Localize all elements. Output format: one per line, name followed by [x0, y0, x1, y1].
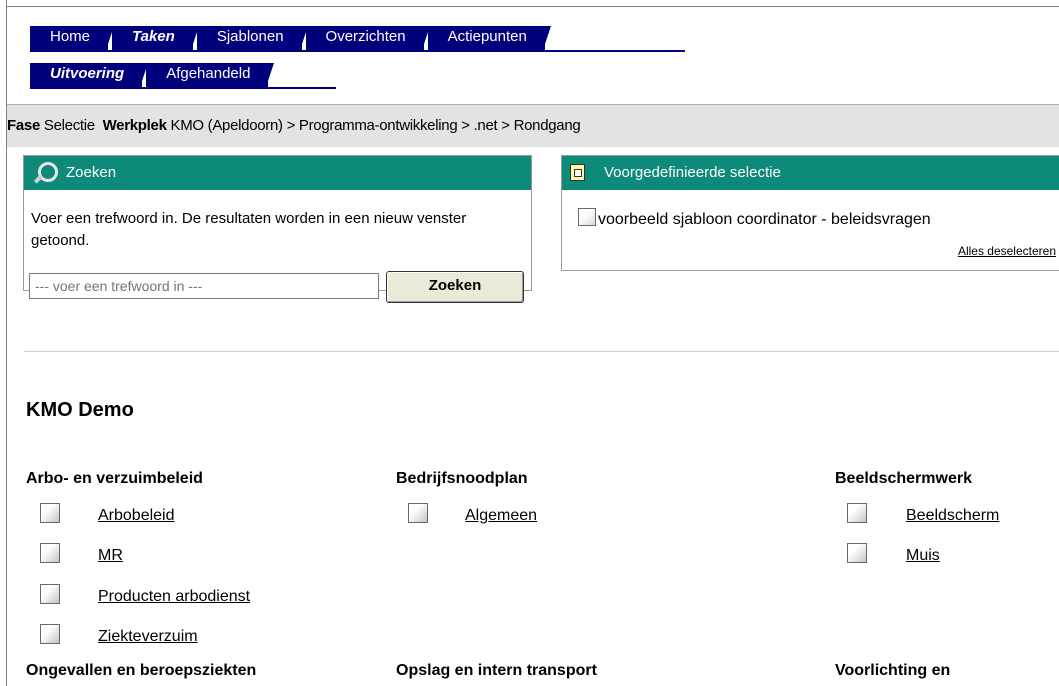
tab-afgehandeld[interactable]: Afgehandeld: [146, 63, 275, 87]
item-link[interactable]: Producten arbodienst: [98, 588, 250, 605]
fase-value: Selectie: [43, 117, 95, 134]
tab-home[interactable]: Home: [30, 26, 115, 50]
category-title: Bedrijfsnoodplan: [396, 470, 528, 487]
list-item: Algemeen: [465, 507, 537, 525]
item-link[interactable]: Muis: [906, 547, 940, 564]
item-checkbox[interactable]: [40, 503, 60, 523]
list-item: Producten arbodienst: [98, 588, 250, 606]
sub-tab-bar: Uitvoering Afgehandeld: [30, 63, 275, 87]
item-link[interactable]: Algemeen: [465, 507, 537, 524]
predefined-selection-panel: Voorgedefinieerde selectie voorbeeld sja…: [561, 155, 1059, 271]
tab-sjablonen[interactable]: Sjablonen: [196, 26, 308, 50]
category-title: Opslag en intern transport: [396, 662, 597, 679]
tab-uitvoering[interactable]: Uitvoering: [30, 63, 149, 87]
main-tab-bar: Home Taken Sjablonen Overzichten Actiepu…: [30, 26, 552, 50]
list-item: Ziekteverzuim: [98, 628, 198, 646]
breadcrumb: Fase Selectie Werkplek KMO (Apeldoorn) >…: [7, 117, 581, 134]
search-panel: Zoeken Voer een trefwoord in. De resulta…: [23, 155, 532, 303]
category-title: Arbo- en verzuimbeleid: [26, 470, 203, 487]
section-title: KMO Demo: [26, 399, 134, 421]
item-link[interactable]: Beeldscherm: [906, 507, 999, 524]
list-item: Muis: [906, 547, 940, 565]
search-description: Voer een trefwoord in. De resultaten wor…: [31, 210, 467, 249]
predefined-item-label[interactable]: voorbeeld sjabloon coordinator - beleids…: [598, 211, 931, 228]
search-panel-header: Zoeken: [24, 156, 531, 190]
checklist-icon: [570, 164, 585, 181]
item-checkbox[interactable]: [847, 503, 867, 523]
item-checkbox[interactable]: [408, 503, 428, 523]
tab-taken[interactable]: Taken: [112, 26, 199, 50]
search-button[interactable]: Zoeken: [386, 271, 524, 303]
window-top-border: [0, 0, 1059, 7]
breadcrumb-path: KMO (Apeldoorn) > Programma-ontwikkeling…: [170, 117, 581, 134]
sub-tab-underline: [30, 87, 336, 89]
predefined-panel-title: Voorgedefinieerde selectie: [604, 164, 781, 181]
tab-actiepunten[interactable]: Actiepunten: [427, 26, 552, 50]
predefined-item: voorbeeld sjabloon coordinator - beleids…: [578, 208, 931, 229]
item-checkbox[interactable]: [40, 624, 60, 644]
window-left-border: [0, 0, 7, 686]
category-title: Beeldschermwerk: [835, 470, 972, 487]
fase-label: Fase: [7, 117, 40, 134]
predefined-panel-header: Voorgedefinieerde selectie: [562, 156, 1059, 190]
item-link[interactable]: MR: [98, 547, 123, 564]
item-link[interactable]: Arbobeleid: [98, 507, 175, 524]
item-checkbox[interactable]: [847, 543, 867, 563]
deselect-all-link[interactable]: Alles deselecteren: [958, 244, 1056, 258]
tab-overzichten[interactable]: Overzichten: [305, 26, 430, 50]
item-link[interactable]: Ziekteverzuim: [98, 628, 198, 645]
predefined-item-checkbox[interactable]: [578, 208, 596, 226]
item-checkbox[interactable]: [40, 543, 60, 563]
list-item: Arbobeleid: [98, 507, 175, 525]
werkplek-label: Werkplek: [102, 117, 167, 134]
category-title: Voorlichting en: [835, 662, 951, 679]
search-panel-title: Zoeken: [66, 164, 117, 181]
section-divider: [24, 351, 1059, 352]
list-item: MR: [98, 547, 123, 565]
search-input[interactable]: [29, 273, 379, 299]
main-tab-underline: [30, 50, 685, 52]
item-checkbox[interactable]: [40, 584, 60, 604]
magnifier-icon: [38, 162, 58, 182]
category-title: Ongevallen en beroepsziekten: [26, 662, 257, 679]
list-item: Beeldscherm: [906, 507, 999, 525]
